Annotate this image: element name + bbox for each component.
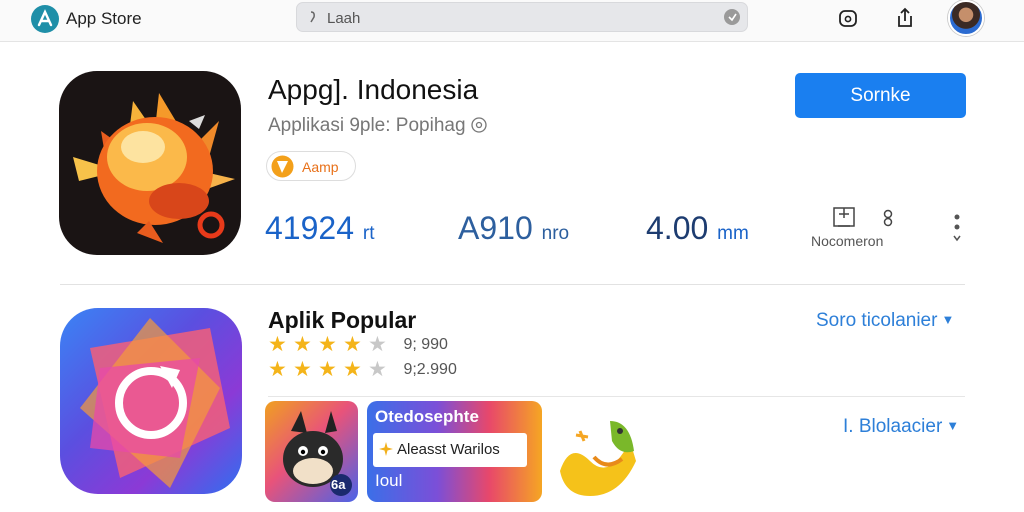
sparkle-icon [379,442,393,456]
search-bar[interactable]: Laah [296,2,748,32]
stat-unit: mm [717,223,749,244]
star-icon: ★ [268,358,287,381]
share-icon[interactable] [893,6,917,30]
bird-mascot-icon [560,421,636,496]
top-bar: App Store Laah [0,0,1024,42]
star-empty-icon: ★ [368,333,387,356]
star-icon: ★ [343,333,362,356]
app-icon [59,71,241,255]
app-subtitle: Applikasi 9ple: Popihag [268,115,487,137]
section-divider [60,284,965,285]
camera-app-icon [80,318,230,488]
screenshot-header: Otedosephte [375,407,479,426]
stat-unit: nro [541,223,570,244]
search-input[interactable]: Laah [327,10,360,27]
rating-count: 9; 990 [403,336,448,353]
star-icon: ★ [293,333,312,356]
more-options-icon[interactable] [950,212,964,244]
stat-unit: rt [362,223,375,244]
sort-label: Soro ticolanier [816,310,938,331]
screenshot-card: Aleasst Warilos [373,433,527,467]
star-icon: ★ [343,358,362,381]
star-icon: ★ [318,358,337,381]
star-icon: ★ [318,333,337,356]
badge-label: Aamp [302,159,339,175]
stat-value: 41924 [265,210,354,246]
rating-row: ★ ★ ★ ★ ★ 9;2.990 [268,359,457,381]
primary-action-button[interactable]: Sornke [795,73,966,118]
sort-dropdown[interactable]: Soro ticolanier ▼ [816,310,954,332]
badge-icon [271,155,294,178]
home-icon[interactable] [836,6,860,30]
star-icon: ★ [268,333,287,356]
filter-label: I. Blolaacier [843,416,943,437]
stat-rating: 41924 rt [265,210,374,247]
screenshot-card-text: Aleasst Warilos [397,441,500,458]
app-title: Appg]. Indonesia [268,74,479,105]
info-icon[interactable] [471,117,487,133]
filter-dropdown[interactable]: I. Blolaacier ▼ [843,416,959,438]
row-divider [268,396,965,397]
fish-mascot-icon [73,93,235,243]
stat-size: A910 nro [458,210,569,247]
app-subtitle-text: Applikasi 9ple: Popihag [268,115,466,136]
brand-name: App Store [66,9,142,28]
thumb-badge: 6a [331,477,346,492]
chevron-down-icon: ▼ [946,418,960,433]
stat-label: Nocomeron [811,233,884,249]
category-badge[interactable]: Aamp [266,151,356,181]
screenshot-footer: Ioul [375,471,403,490]
mic-icon[interactable] [723,8,741,26]
star-empty-icon: ★ [368,358,387,381]
star-icon: ★ [293,358,312,381]
report-icon[interactable] [832,206,902,230]
search-icon [310,11,315,23]
stat-value: A910 [458,210,533,246]
rating-count: 9;2.990 [403,361,457,378]
app-store-logo-icon[interactable] [30,4,60,34]
rating-row: ★ ★ ★ ★ ★ 9; 990 [268,334,448,356]
screenshot-thumb[interactable]: Otedosephte Aleasst Warilos Ioul [367,401,542,502]
screenshot-thumb[interactable]: 6a [265,401,358,502]
chevron-down-icon: ▼ [941,312,955,327]
section-title: Aplik Popular [268,307,417,333]
stat-age: 4.00 mm [646,210,749,247]
screenshot-thumb[interactable] [550,401,642,502]
avatar[interactable] [948,0,984,36]
popular-app-icon[interactable] [60,308,242,494]
stat-value: 4.00 [646,210,709,246]
